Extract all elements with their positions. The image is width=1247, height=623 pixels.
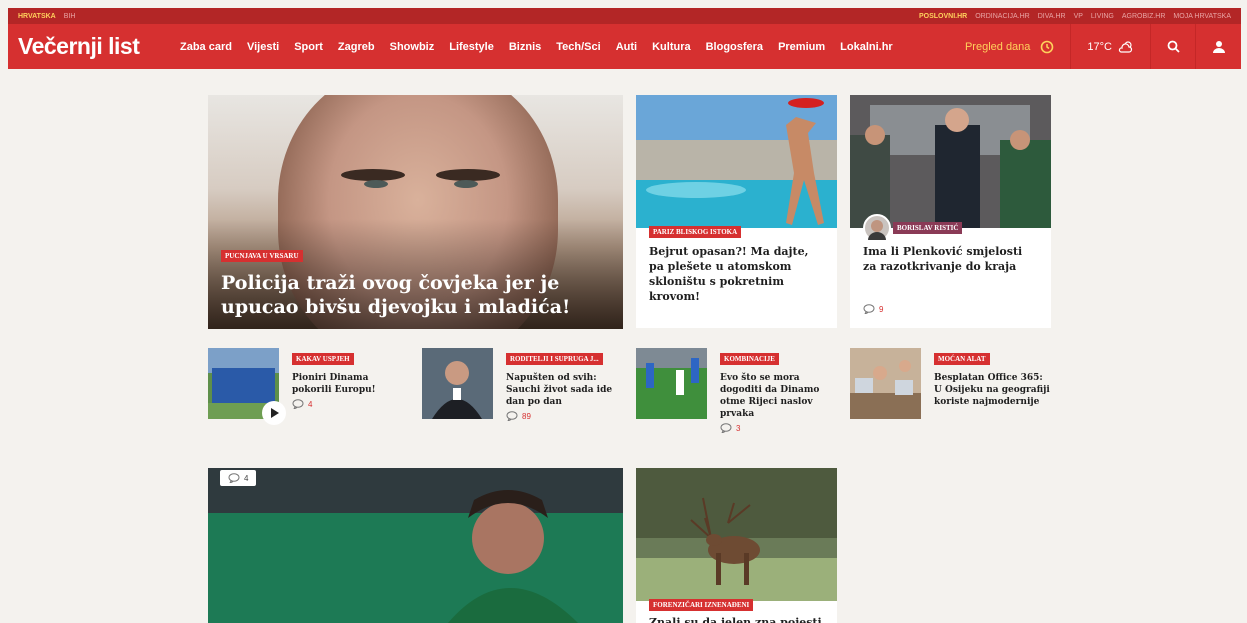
portrait-photo [422, 348, 493, 419]
comment-count: 3 [736, 423, 741, 433]
card3-comments[interactable]: 9 [863, 304, 883, 314]
deer-photo [636, 468, 837, 601]
comment-icon [506, 411, 518, 421]
network-link-hrvatska[interactable]: HRVATSKA [18, 13, 56, 20]
comment-count: 4 [308, 399, 313, 409]
football-match-photo [636, 348, 707, 419]
classroom-photo [850, 348, 921, 419]
history-icon [1041, 40, 1054, 53]
small-comments[interactable]: 89 [506, 411, 531, 421]
card3-title[interactable]: Ima li Plenković smjelosti za razotkriva… [863, 244, 1038, 274]
menu-item-kultura[interactable]: Kultura [652, 41, 691, 53]
small-title[interactable]: Pioniri Dinama pokorili Europu! [292, 372, 408, 396]
search-icon [1167, 40, 1180, 53]
comment-icon [863, 304, 875, 314]
user-button[interactable] [1196, 24, 1241, 69]
comment-count: 89 [522, 411, 531, 421]
bottom1-comments[interactable]: 4 [220, 470, 257, 486]
hero-article[interactable]: PUCNJAVA U VRSARU Policija traži ovog čo… [208, 95, 623, 329]
partly-cloudy-icon [1118, 40, 1133, 53]
network-bar: HRVATSKA BIH POSLOVNI.HR ORDINACIJA.HR D… [8, 8, 1241, 24]
small-tag[interactable]: RODITELJI I SUPRUGA J... [506, 353, 603, 365]
press-crowd-photo [850, 95, 1051, 228]
small-article-4[interactable]: MOĆAN ALAT Besplatan Office 365: U Osije… [850, 348, 1050, 428]
small-title[interactable]: Besplatan Office 365: U Osijeku na geogr… [934, 372, 1050, 408]
network-link-agrobiz[interactable]: AGROBIZ.HR [1122, 13, 1166, 20]
user-icon [1212, 41, 1225, 53]
weather-widget[interactable]: 17°C [1071, 24, 1151, 69]
menu-item-vijesti[interactable]: Vijesti [247, 41, 279, 53]
bottom2-tag[interactable]: FORENZIČARI IZNENAĐENI [649, 599, 754, 611]
small-comments[interactable]: 3 [720, 423, 740, 433]
article-card-plenkovic[interactable]: BORISLAV RISTIĆ Ima li Plenković smjelos… [850, 95, 1051, 328]
comment-count: 9 [879, 304, 884, 314]
comment-icon [228, 473, 240, 483]
small-title[interactable]: Napušten od svih: Sauchi život sada ide … [506, 372, 622, 408]
menu-item-zaba-card[interactable]: Zaba card [180, 41, 232, 53]
small-article-3[interactable]: KOMBINACIJE Evo što se mora dogoditi da … [636, 348, 836, 433]
menu-item-showbiz[interactable]: Showbiz [390, 41, 435, 53]
network-link-ordinacija[interactable]: ORDINACIJA.HR [975, 13, 1029, 20]
main-navigation: Večernji list Zaba card Vijesti Sport Za… [8, 24, 1241, 69]
menu-item-premium[interactable]: Premium [778, 41, 825, 53]
comment-icon [720, 423, 732, 433]
tennis-player-photo [208, 468, 623, 623]
network-link-poslovni[interactable]: POSLOVNI.HR [919, 13, 967, 20]
bottom2-title[interactable]: Znali su da jelen zna pojesti [649, 615, 824, 623]
comment-count: 4 [244, 473, 249, 483]
hero-photo-eyes [341, 169, 500, 188]
menu-item-sport[interactable]: Sport [294, 41, 323, 53]
network-link-moja-hrvatska[interactable]: MOJA HRVATSKA [1173, 13, 1231, 20]
hero-title[interactable]: Policija traži ovog čovjeka jer je upuca… [221, 271, 610, 319]
hero-text: PUCNJAVA U VRSARU Policija traži ovog čo… [221, 245, 610, 319]
nav-tools: Pregled dana 17°C [949, 24, 1241, 69]
menu-item-zagreb[interactable]: Zagreb [338, 41, 375, 53]
small-comments[interactable]: 4 [292, 399, 312, 409]
menu-item-lokalni[interactable]: Lokalni.hr [840, 41, 893, 53]
card2-title[interactable]: Bejrut opasan?! Ma dajte, pa plešete u a… [649, 244, 824, 304]
network-link-living[interactable]: LIVING [1091, 13, 1114, 20]
pregled-dana-label: Pregled dana [964, 40, 1031, 53]
article-card-tennis[interactable]: 4 [208, 468, 623, 623]
small-article-1[interactable]: KAKAV USPJEH Pioniri Dinama pokorili Eur… [208, 348, 408, 428]
hero-tag[interactable]: PUCNJAVA U VRSARU [221, 250, 303, 262]
small-tag[interactable]: MOĆAN ALAT [934, 353, 990, 365]
small-tag[interactable]: KAKAV USPJEH [292, 353, 354, 365]
small-tag[interactable]: KOMBINACIJE [720, 353, 779, 365]
network-link-vp[interactable]: VP [1074, 13, 1083, 20]
network-link-bih[interactable]: BIH [64, 13, 76, 20]
small-title[interactable]: Evo što se mora dogoditi da Dinamo otme … [720, 372, 836, 420]
author-tag[interactable]: BORISLAV RISTIĆ [893, 222, 963, 234]
network-link-diva[interactable]: DIVA.HR [1038, 13, 1066, 20]
small-article-2[interactable]: RODITELJI I SUPRUGA J... Napušten od svi… [422, 348, 622, 428]
play-video-icon[interactable] [261, 400, 287, 426]
pregled-dana-button[interactable]: Pregled dana [949, 24, 1072, 69]
menu-item-tech-sci[interactable]: Tech/Sci [556, 41, 600, 53]
site-logo[interactable]: Večernji list [8, 33, 180, 60]
section-menu: Zaba card Vijesti Sport Zagreb Showbiz L… [180, 41, 893, 53]
temperature-value: 17°C [1087, 40, 1112, 53]
menu-item-lifestyle[interactable]: Lifestyle [449, 41, 494, 53]
menu-item-blogosfera[interactable]: Blogosfera [706, 41, 763, 53]
menu-item-biznis[interactable]: Biznis [509, 41, 541, 53]
card2-tag[interactable]: PARIZ BLISKOG ISTOKA [649, 226, 742, 238]
author-avatar[interactable] [863, 214, 891, 242]
pool-party-photo [636, 95, 837, 228]
comment-icon [292, 399, 304, 409]
menu-item-auti[interactable]: Auti [616, 41, 637, 53]
search-button[interactable] [1151, 24, 1196, 69]
article-card-beirut[interactable]: PARIZ BLISKOG ISTOKA Bejrut opasan?! Ma … [636, 95, 837, 328]
article-card-deer[interactable]: FORENZIČARI IZNENAĐENI Znali su da jelen… [636, 468, 837, 623]
